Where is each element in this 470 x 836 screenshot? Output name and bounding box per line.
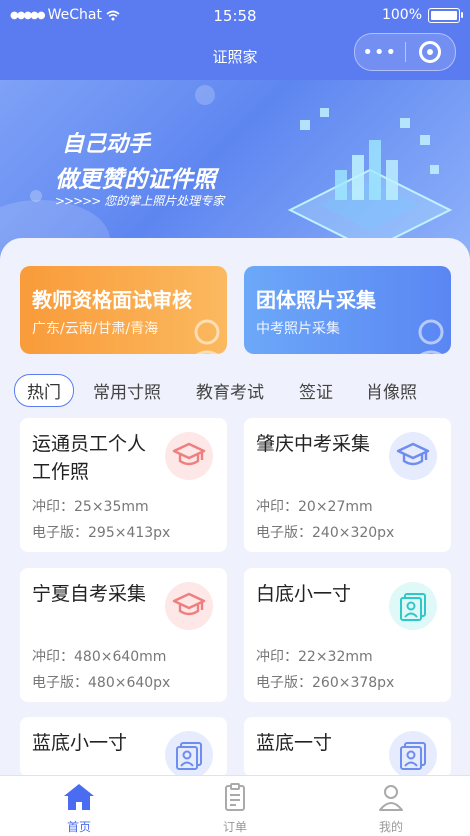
hero-banner[interactable]: 自己动手 做更赞的证件照 >>>>> 您的掌上照片处理专家 xyxy=(0,80,470,260)
spec-name: 蓝底小一寸 xyxy=(32,732,128,754)
banner-tagline-row: >>>>> 您的掌上照片处理专家 xyxy=(55,192,224,209)
tabbar-label: 首页 xyxy=(66,820,91,834)
photo-spec-card[interactable]: 宁夏自考采集 冲印：480×640mm 电子版：480×640px xyxy=(20,568,227,702)
person-outline-icon xyxy=(418,319,444,354)
photo-spec-card[interactable]: 运通员工个人工作照 冲印：25×35mm 电子版：295×413px xyxy=(20,418,227,552)
promo-subtitle: 中考照片采集 xyxy=(256,321,340,337)
spec-name: 肇庆中考采集 xyxy=(256,433,371,455)
tab-education-exam[interactable]: 教育考试 xyxy=(196,378,264,403)
profile-icon xyxy=(379,785,403,811)
battery-percent: 100% xyxy=(381,7,422,23)
print-size: 冲印：480×640mm xyxy=(32,649,167,665)
graduation-cap-icon xyxy=(389,432,437,480)
promo-group-photo[interactable]: 团体照片采集 中考照片采集 xyxy=(244,266,451,354)
banner-slogan-2: 做更赞的证件照 xyxy=(55,167,216,193)
spec-name: 宁夏自考采集 xyxy=(32,583,147,605)
tabbar-label: 订单 xyxy=(222,820,247,834)
graduation-cap-icon xyxy=(165,582,213,630)
print-size: 冲印：20×27mm xyxy=(256,499,373,515)
close-button[interactable] xyxy=(405,41,455,63)
photo-spec-card[interactable]: 蓝底一寸 xyxy=(244,717,451,779)
tabbar-orders[interactable]: 订单 xyxy=(195,782,275,835)
category-tabs: 热门 常用寸照 教育考试 签证 肖像照 xyxy=(0,374,470,408)
banner-arrows: >>>>> xyxy=(55,194,101,208)
graduation-cap-icon xyxy=(165,432,213,480)
digital-size: 电子版：480×640px xyxy=(32,675,171,691)
tabbar-home[interactable]: 首页 xyxy=(39,782,119,835)
bottom-tab-bar: 首页 订单 我的 xyxy=(0,775,470,836)
id-photo-icon xyxy=(165,731,213,779)
spec-name: 运通员工个人工作照 xyxy=(32,433,147,483)
print-size: 冲印：22×32mm xyxy=(256,649,373,665)
spec-name: 白底小一寸 xyxy=(256,583,352,605)
promo-title: 教师资格面试审核 xyxy=(32,288,192,312)
tab-common-sizes[interactable]: 常用寸照 xyxy=(93,378,161,403)
battery-icon xyxy=(428,7,463,23)
photo-spec-card[interactable]: 蓝底小一寸 xyxy=(20,717,227,779)
tab-hot[interactable]: 热门 xyxy=(14,374,74,407)
home-icon xyxy=(64,784,94,810)
person-outline-icon xyxy=(194,319,220,354)
data-cube-illustration-icon xyxy=(287,108,453,250)
banner-tagline: 您的掌上照片处理专家 xyxy=(104,194,225,208)
more-button[interactable]: ••• xyxy=(355,42,405,63)
digital-size: 电子版：260×378px xyxy=(256,675,395,691)
spec-name: 蓝底一寸 xyxy=(256,732,333,754)
photo-spec-card[interactable]: 白底小一寸 冲印：22×32mm 电子版：260×378px xyxy=(244,568,451,702)
id-photo-icon xyxy=(389,731,437,779)
promo-teacher-interview[interactable]: 教师资格面试审核 广东/云南/甘肃/青海 xyxy=(20,266,227,354)
photo-spec-card[interactable]: 肇庆中考采集 冲印：20×27mm 电子版：240×320px xyxy=(244,418,451,552)
mini-program-capsule: ••• xyxy=(354,33,456,71)
close-ring-icon xyxy=(419,41,442,63)
tabbar-profile[interactable]: 我的 xyxy=(351,782,431,835)
promo-title: 团体照片采集 xyxy=(256,288,376,312)
digital-size: 电子版：295×413px xyxy=(32,525,171,541)
banner-slogan-1: 自己动手 xyxy=(62,132,151,157)
order-icon xyxy=(225,783,245,811)
print-size: 冲印：25×35mm xyxy=(32,499,149,515)
tab-visa[interactable]: 签证 xyxy=(299,378,333,403)
promo-subtitle: 广东/云南/甘肃/青海 xyxy=(32,321,159,337)
top-bar: ●●●●● WeChat 15:58 100% 证照家 ••• xyxy=(0,0,470,80)
tab-portrait[interactable]: 肖像照 xyxy=(366,378,417,403)
id-photo-icon xyxy=(389,582,437,630)
digital-size: 电子版：240×320px xyxy=(256,525,395,541)
tabbar-label: 我的 xyxy=(378,820,403,834)
status-bar: ●●●●● WeChat 15:58 100% xyxy=(0,0,470,32)
battery-status: 100% xyxy=(381,7,463,23)
